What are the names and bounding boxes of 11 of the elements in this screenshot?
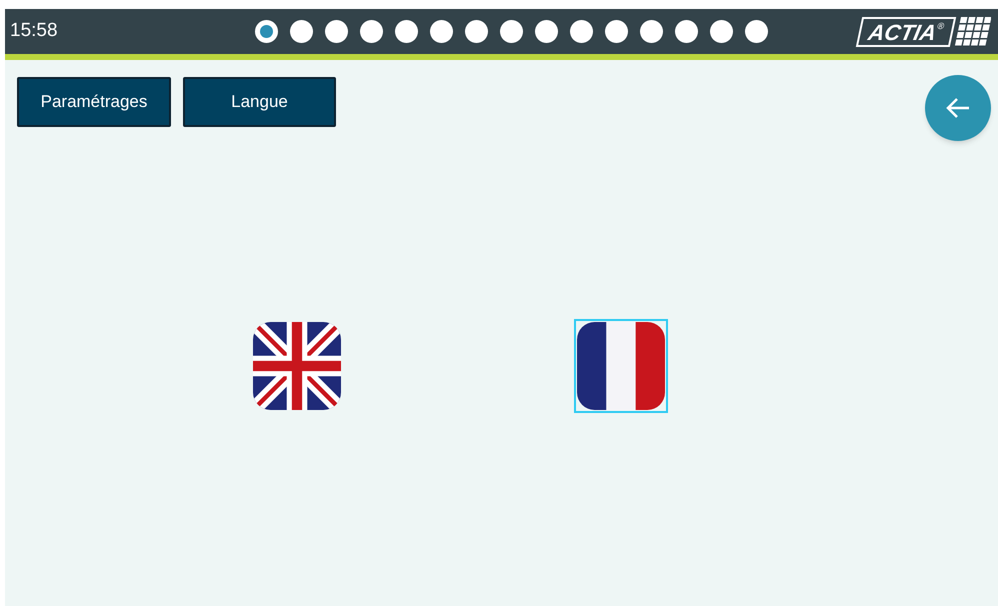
breadcrumb-button[interactable]: Langue xyxy=(183,77,336,127)
grid-logo-icon xyxy=(955,16,991,46)
back-arrow-icon xyxy=(945,96,971,120)
back-button[interactable] xyxy=(925,75,991,141)
breadcrumb-button[interactable]: Paramétrages xyxy=(17,77,171,127)
clock-time: 15:58 xyxy=(10,19,59,44)
uk-flag-icon xyxy=(253,322,341,410)
language-option[interactable] xyxy=(574,319,668,413)
french-flag-icon xyxy=(577,322,665,410)
language-option[interactable] xyxy=(250,319,344,413)
brand-logo: ACTIA® xyxy=(856,16,956,46)
